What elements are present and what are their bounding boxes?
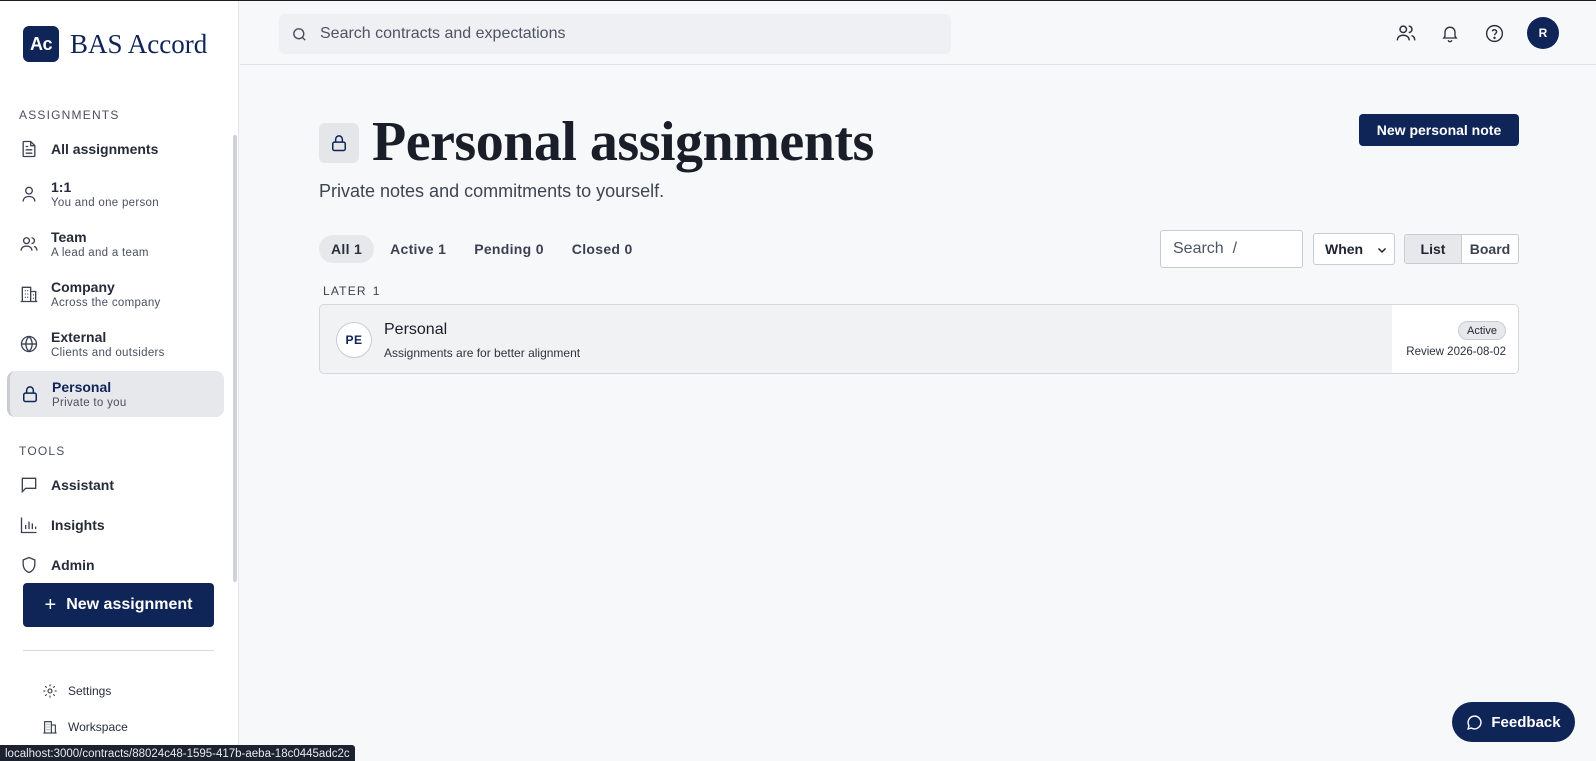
list-search-input[interactable] — [1160, 230, 1303, 268]
sidebar-item-company[interactable]: Company Across the company — [7, 271, 224, 317]
sidebar-item-sublabel: A lead and a team — [51, 246, 149, 259]
sidebar-item-personal[interactable]: Personal Private to you — [7, 371, 224, 417]
chat-icon — [19, 475, 39, 495]
building-icon — [42, 719, 58, 735]
view-list-button[interactable]: List — [1405, 235, 1462, 263]
building-icon — [19, 284, 39, 304]
users-icon — [19, 234, 39, 254]
when-select[interactable]: When — [1313, 233, 1395, 265]
sidebar-item-sublabel: Private to you — [52, 396, 127, 409]
sidebar-item-label: Company — [51, 278, 115, 295]
sidebar-item-external[interactable]: External Clients and outsiders — [7, 321, 224, 367]
global-search[interactable] — [279, 14, 951, 54]
status-bar-url: localhost:3000/contracts/88024c48-1595-4… — [0, 745, 355, 761]
bar-chart-icon — [19, 515, 39, 535]
lock-icon — [20, 384, 40, 404]
review-date: Review 2026-08-02 — [1406, 346, 1506, 358]
lock-icon — [319, 123, 359, 163]
group-header: LATER 1 — [323, 284, 381, 298]
filter-closed[interactable]: Closed 0 — [560, 235, 645, 263]
workspace-label: Workspace — [68, 720, 128, 734]
sidebar-item-sublabel: Across the company — [51, 296, 161, 309]
tools-section-label: TOOLS — [19, 444, 66, 458]
group-label: LATER — [323, 284, 367, 298]
sidebar-item-one-on-one[interactable]: 1:1 You and one person — [7, 171, 224, 217]
sidebar-item-label: All assignments — [51, 140, 159, 157]
sidebar-item-team[interactable]: Team A lead and a team — [7, 221, 224, 267]
sidebar-item-label: Insights — [51, 516, 105, 533]
avatar[interactable]: R — [1527, 17, 1559, 49]
shield-icon — [19, 555, 39, 575]
sidebar-item-insights[interactable]: Insights — [7, 509, 224, 541]
globe-icon — [19, 334, 39, 354]
feedback-label: Feedback — [1491, 713, 1561, 731]
brand[interactable]: Ac BAS Accord — [23, 26, 207, 62]
sidebar-item-label: Assistant — [51, 476, 115, 493]
view-board-button[interactable]: Board — [1462, 235, 1518, 263]
chat-icon — [1466, 714, 1483, 731]
avatar: PE — [336, 322, 372, 358]
sidebar-divider — [23, 650, 214, 651]
sidebar-item-label: Team — [51, 228, 87, 245]
gear-icon — [42, 683, 58, 699]
assignments-section-label: ASSIGNMENTS — [19, 108, 120, 122]
sidebar-item-sublabel: You and one person — [51, 196, 159, 209]
sidebar: Ac BAS Accord ASSIGNMENTS All assignment… — [0, 1, 239, 761]
document-icon — [19, 139, 39, 159]
filter-active[interactable]: Active 1 — [378, 235, 458, 263]
status-badge: Active — [1458, 321, 1506, 340]
plus-icon: + — [44, 594, 57, 616]
group-count: 1 — [372, 284, 381, 298]
search-icon — [291, 26, 308, 43]
settings-label: Settings — [68, 684, 112, 698]
filter-all[interactable]: All 1 — [319, 235, 375, 263]
sidebar-item-admin[interactable]: Admin — [7, 549, 224, 581]
page-title: Personal assignments — [372, 111, 874, 173]
new-assignment-button[interactable]: + New assignment — [23, 583, 214, 627]
sidebar-scrollbar[interactable] — [233, 135, 237, 582]
sidebar-item-settings[interactable]: Settings — [42, 683, 111, 699]
sidebar-item-label: Personal — [52, 378, 112, 395]
card-title: Personal — [384, 321, 448, 338]
bell-icon[interactable] — [1438, 21, 1462, 45]
topbar: R — [240, 1, 1596, 65]
user-icon — [19, 184, 39, 204]
page-subtitle: Private notes and commitments to yoursel… — [319, 181, 665, 201]
brand-name: BAS Accord — [70, 28, 208, 59]
feedback-button[interactable]: Feedback — [1452, 702, 1575, 742]
global-search-input[interactable] — [320, 25, 920, 43]
sidebar-item-label: 1:1 — [51, 178, 72, 195]
help-icon[interactable] — [1482, 21, 1506, 45]
chevron-down-icon — [1376, 243, 1388, 259]
new-assignment-label: New assignment — [66, 596, 193, 613]
sidebar-item-all-assignments[interactable]: All assignments — [7, 126, 224, 172]
sidebar-item-workspace[interactable]: Workspace — [42, 719, 128, 735]
status-filter-tabs: All 1 Active 1 Pending 0 Closed 0 — [319, 235, 645, 263]
people-icon[interactable] — [1394, 21, 1418, 45]
view-toggle: List Board — [1404, 234, 1519, 264]
filter-pending[interactable]: Pending 0 — [462, 235, 556, 263]
sidebar-item-label: Admin — [51, 556, 95, 573]
sidebar-item-assistant[interactable]: Assistant — [7, 469, 224, 501]
card-subtitle: Assignments are for better alignment — [384, 346, 581, 360]
when-select-value: When — [1325, 241, 1364, 257]
sidebar-item-label: External — [51, 328, 107, 345]
brand-logo: Ac — [23, 26, 59, 62]
sidebar-item-sublabel: Clients and outsiders — [51, 346, 165, 359]
assignment-card[interactable]: PE Personal Assignments are for better a… — [319, 304, 1519, 374]
new-personal-note-button[interactable]: New personal note — [1359, 114, 1519, 146]
